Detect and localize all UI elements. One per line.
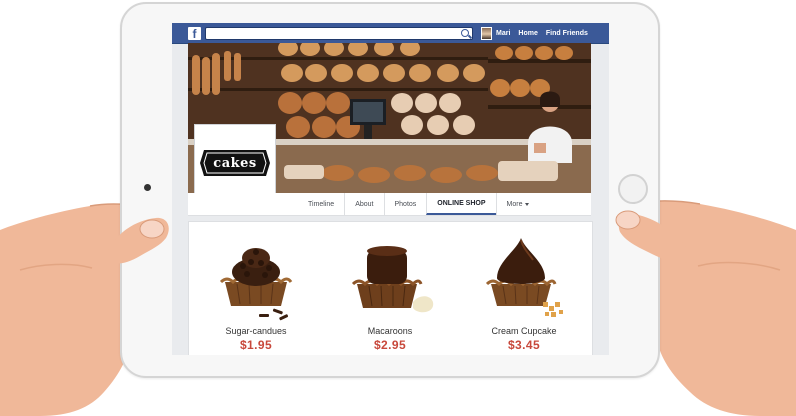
product-name: Cream Cupcake: [491, 326, 557, 336]
tablet-frame: f Mari Home Find Friends cakes Timeline …: [120, 2, 660, 378]
chevron-down-icon: [525, 202, 530, 206]
product-card[interactable]: Cream Cupcake $3.45: [457, 222, 591, 355]
online-shop-panel: Sugar-candues $1.95 Macaroons $2.95 Crea…: [188, 221, 593, 355]
chocolate-truffle-image: [351, 246, 434, 313]
facebook-top-bar: f Mari Home Find Friends: [172, 23, 609, 44]
home-button[interactable]: [618, 174, 648, 204]
chocolate-kiss-image: [485, 238, 563, 317]
user-name-link[interactable]: Mari: [496, 30, 510, 37]
product-name: Macaroons: [367, 326, 413, 336]
product-name: Sugar-candues: [225, 326, 287, 336]
product-price: $1.95: [239, 338, 273, 352]
tab-photos-label: Photos: [394, 200, 417, 208]
search-input[interactable]: [205, 26, 473, 40]
tab-more-label: More: [506, 200, 523, 208]
chocolate-candy-image: [219, 248, 293, 321]
search-icon[interactable]: [461, 28, 469, 37]
tab-online-shop[interactable]: ONLINE SHOP: [426, 193, 496, 215]
avatar[interactable]: [481, 26, 492, 40]
camera-dot: [144, 184, 151, 191]
facebook-logo-icon[interactable]: f: [188, 26, 201, 41]
scene: f Mari Home Find Friends cakes Timeline …: [0, 0, 796, 416]
tab-about-label: About: [355, 200, 374, 208]
facebook-page-screen: f Mari Home Find Friends cakes Timeline …: [172, 23, 609, 355]
page-tab-bar: Timeline About Photos ONLINE SHOP More: [188, 193, 591, 216]
tab-about[interactable]: About: [344, 193, 383, 215]
product-price: $2.95: [373, 338, 407, 352]
product-card[interactable]: Macaroons $2.95: [323, 222, 457, 355]
tab-online-shop-label: ONLINE SHOP: [437, 199, 486, 207]
home-link[interactable]: Home: [518, 30, 537, 37]
tab-more[interactable]: More: [495, 193, 540, 215]
tab-timeline[interactable]: Timeline: [298, 193, 344, 215]
profile-logo-text: cakes: [213, 155, 257, 171]
find-friends-link[interactable]: Find Friends: [546, 30, 588, 37]
tab-photos[interactable]: Photos: [383, 193, 427, 215]
product-card[interactable]: Sugar-candues $1.95: [189, 222, 323, 355]
product-price: $3.45: [507, 338, 541, 352]
tab-timeline-label: Timeline: [308, 200, 335, 208]
